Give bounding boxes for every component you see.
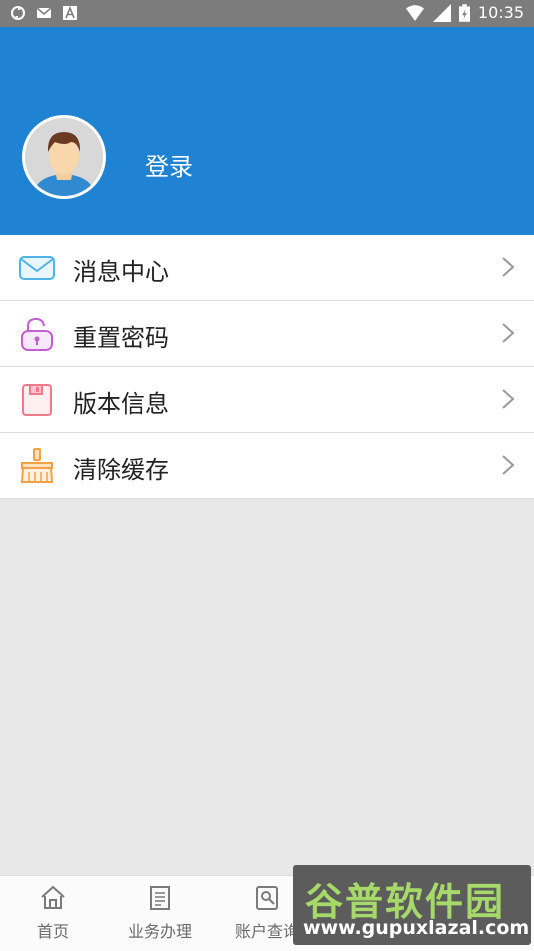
unlock-icon [21, 317, 53, 351]
menu-item-label: 重置密码 [73, 324, 169, 352]
tab-home[interactable]: 首页 [3, 884, 103, 942]
mail-icon [36, 7, 52, 18]
chevron-right-icon [502, 389, 515, 409]
tab-label: 业务办理 [127, 922, 192, 941]
menu-item-label: 清除缓存 [73, 456, 169, 484]
avatar[interactable] [22, 115, 106, 199]
watermark: 谷普软件园 www.gupuxlazal.com [293, 865, 531, 945]
chevron-right-icon [502, 323, 515, 343]
home-icon [41, 885, 65, 909]
sync-icon [11, 6, 25, 20]
signal-icon [432, 3, 451, 22]
tab-label: 首页 [36, 922, 69, 941]
user-avatar-icon [25, 118, 103, 196]
tab-business[interactable]: 业务办理 [110, 884, 210, 942]
menu-item-version-info[interactable]: 版本信息 [0, 367, 534, 433]
menu-item-message-center[interactable]: 消息中心 [0, 235, 534, 301]
broom-icon [20, 448, 54, 483]
menu-item-label: 版本信息 [73, 390, 169, 418]
app-icon [63, 5, 77, 20]
chevron-right-icon [502, 455, 515, 475]
chevron-right-icon [502, 257, 515, 277]
watermark-url: www.gupuxlazal.com [303, 917, 530, 939]
status-system: 10:35 [405, 3, 524, 22]
status-notifications [10, 5, 78, 21]
menu-item-label: 消息中心 [73, 258, 169, 286]
profile-header: 登录 [0, 27, 534, 235]
floppy-icon [22, 384, 52, 416]
account-search-icon [256, 886, 278, 910]
document-icon [150, 886, 170, 910]
status-bar: 10:35 [0, 0, 534, 27]
mail-icon [19, 256, 55, 280]
tab-label: 账户查询 [234, 922, 299, 941]
battery-icon [458, 3, 470, 22]
settings-menu: 消息中心 重置密码 版本信息 清除缓存 [0, 235, 534, 499]
menu-item-clear-cache[interactable]: 清除缓存 [0, 433, 534, 499]
menu-item-reset-password[interactable]: 重置密码 [0, 301, 534, 367]
wifi-icon [405, 4, 424, 21]
login-link[interactable]: 登录 [145, 147, 193, 182]
status-time: 10:35 [477, 3, 524, 22]
